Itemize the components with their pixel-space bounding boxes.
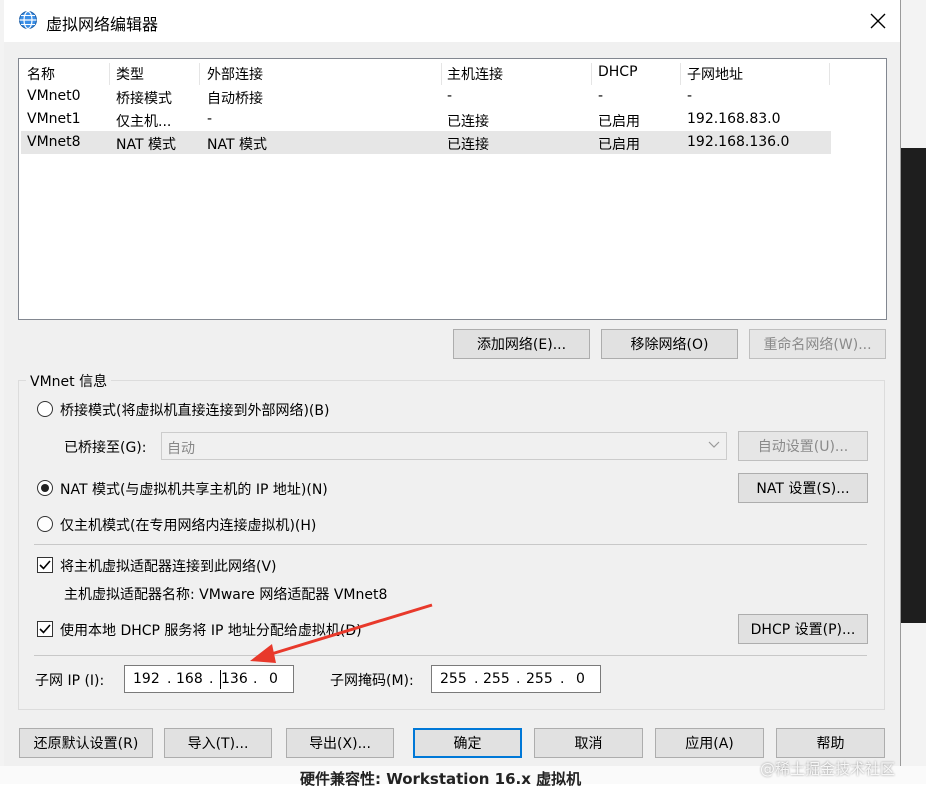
connect-adapter-checkbox[interactable] [37, 557, 53, 573]
cell-external: 自动桥接 [207, 91, 263, 107]
nat-mode-label[interactable]: NAT 模式(与虚拟机共享主机的 IP 地址)(N) [60, 479, 328, 499]
help-button[interactable]: 帮助 [776, 728, 885, 758]
cell-dhcp: 已启用 [598, 114, 640, 130]
globe-network-icon [19, 10, 37, 30]
add-network-button[interactable]: 添加网络(E)... [453, 329, 590, 359]
subnet-mask-label: 子网掩码(M): [330, 673, 414, 689]
separator [34, 544, 867, 545]
export-button[interactable]: 导出(X)... [286, 728, 394, 758]
cell-subnet: 192.168.136.0 [687, 134, 790, 150]
subnet-ip-label: 子网 IP (I): [35, 673, 105, 689]
table-row-selected[interactable]: VMnet8 NAT 模式 NAT 模式 已连接 已启用 192.168.136… [21, 131, 831, 154]
vmnet-info-title: VMnet 信息 [26, 371, 112, 391]
column-header-type[interactable]: 类型 [116, 64, 144, 84]
use-dhcp-checkbox[interactable] [37, 621, 53, 637]
window-title: 虚拟网络编辑器 [46, 15, 159, 34]
column-header-dhcp[interactable]: DHCP [598, 64, 638, 80]
cell-type: 仅主机... [116, 114, 172, 130]
subnet-ip-octet-4: 0 [269, 671, 278, 687]
restore-defaults-button[interactable]: 还原默认设置(R) [19, 728, 153, 758]
cell-external: NAT 模式 [207, 137, 267, 153]
import-button[interactable]: 导入(T)... [164, 728, 272, 758]
cell-dhcp: - [598, 88, 604, 104]
subnet-ip-octet-3: 136 [221, 671, 248, 687]
cell-type: NAT 模式 [116, 137, 176, 153]
cell-dhcp: 已启用 [598, 137, 640, 153]
table-row[interactable]: VMnet1 仅主机... - 已连接 已启用 192.168.83.0 [21, 108, 831, 131]
bridged-to-label: 已桥接至(G): [64, 440, 147, 456]
cell-host: 已连接 [447, 114, 489, 130]
rename-network-button[interactable]: 重命名网络(W)... [749, 329, 886, 359]
chevron-down-icon [708, 441, 720, 448]
network-list[interactable]: 名称 类型 外部连接 主机连接 DHCP 子网地址 VMnet0 桥接模式 自动… [18, 58, 887, 320]
cell-subnet: - [687, 88, 693, 104]
host-only-radio[interactable] [37, 516, 53, 532]
use-dhcp-label[interactable]: 使用本地 DHCP 服务将 IP 地址分配给虚拟机(D) [60, 620, 362, 640]
dhcp-settings-button[interactable]: DHCP 设置(P)... [738, 614, 868, 644]
checkmark-icon [39, 560, 51, 570]
connect-adapter-label[interactable]: 将主机虚拟适配器连接到此网络(V) [60, 556, 277, 576]
list-header: 名称 类型 外部连接 主机连接 DHCP 子网地址 [21, 61, 831, 85]
table-row[interactable]: VMnet0 桥接模式 自动桥接 - - - [21, 85, 831, 108]
close-button[interactable] [862, 6, 894, 36]
auto-settings-button[interactable]: 自动设置(U)... [738, 431, 868, 461]
ok-button[interactable]: 确定 [413, 728, 522, 758]
subnet-ip-octet-2: 168 [176, 671, 203, 687]
bridged-mode-label[interactable]: 桥接模式(将虚拟机直接连接到外部网络)(B) [60, 400, 329, 420]
subnet-mask-octet-1: 255 [440, 671, 467, 687]
cell-external: - [207, 111, 213, 127]
subnet-mask-octet-4: 0 [576, 671, 585, 687]
title-bar: 虚拟网络编辑器 [4, 0, 900, 42]
nat-mode-radio[interactable] [37, 480, 53, 496]
apply-button[interactable]: 应用(A) [655, 728, 764, 758]
cell-name: VMnet8 [27, 134, 81, 150]
bridged-to-select[interactable]: 自动 [161, 432, 727, 460]
cell-host: - [447, 88, 453, 104]
cancel-button[interactable]: 取消 [534, 728, 643, 758]
cell-host: 已连接 [447, 137, 489, 153]
virtual-network-editor-dialog: 虚拟网络编辑器 名称 类型 外部连接 主机连接 DHCP 子网地址 VMnet0… [4, 0, 901, 766]
subnet-mask-input[interactable]: 255 . 255 . 255 . 0 [431, 665, 601, 693]
column-header-subnet[interactable]: 子网地址 [687, 64, 743, 84]
close-icon [870, 13, 886, 29]
cell-type: 桥接模式 [116, 91, 172, 107]
host-only-label[interactable]: 仅主机模式(在专用网络内连接虚拟机)(H) [60, 515, 316, 535]
watermark: @稀土掘金技术社区 [760, 760, 896, 778]
subnet-ip-input[interactable]: 192 . 168 . 136 . 0 [124, 665, 294, 693]
bridged-to-value: 自动 [167, 441, 195, 457]
cell-name: VMnet0 [27, 88, 81, 104]
background-compat-text: 硬件兼容性: Workstation 16.x 虚拟机 [300, 770, 582, 788]
nat-settings-button[interactable]: NAT 设置(S)... [738, 473, 868, 503]
separator [34, 655, 867, 656]
adapter-name-text: 主机虚拟适配器名称: VMware 网络适配器 VMnet8 [64, 587, 388, 603]
subnet-ip-octet-1: 192 [133, 671, 160, 687]
remove-network-button[interactable]: 移除网络(O) [601, 329, 738, 359]
vmnet-info-group [18, 380, 885, 710]
bridged-mode-radio[interactable] [37, 401, 53, 417]
subnet-mask-octet-2: 255 [483, 671, 510, 687]
cell-name: VMnet1 [27, 111, 81, 127]
cell-subnet: 192.168.83.0 [687, 111, 781, 127]
column-header-external[interactable]: 外部连接 [207, 64, 263, 84]
column-header-name[interactable]: 名称 [27, 64, 55, 84]
subnet-mask-octet-3: 255 [526, 671, 553, 687]
background-dark-panel [900, 148, 926, 623]
checkmark-icon [39, 624, 51, 634]
column-header-host[interactable]: 主机连接 [447, 64, 503, 84]
